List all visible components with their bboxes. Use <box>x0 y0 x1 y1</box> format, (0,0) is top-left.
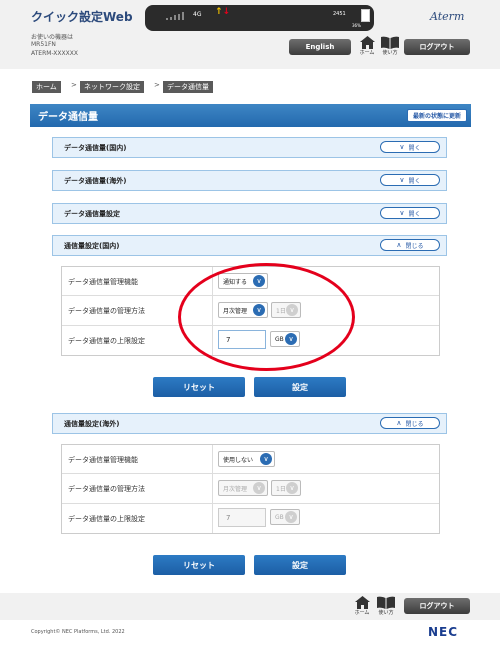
breadcrumb-current: データ通信量 <box>163 81 213 93</box>
book-icon <box>377 596 395 609</box>
home-label: ホーム <box>359 50 375 56</box>
chevron-down-icon: ∨ <box>285 511 297 523</box>
open-button[interactable]: ∨ 開く <box>380 174 440 186</box>
logout-button[interactable]: ログアウト <box>404 39 470 55</box>
accordion-label: 通信量設定(海外) <box>64 420 120 428</box>
setting-label: データ通信量の上限設定 <box>68 515 145 523</box>
column-divider <box>212 445 213 533</box>
select-value: 1日 <box>276 485 286 493</box>
home-button[interactable]: ホーム <box>356 36 378 56</box>
chevron-down-icon: ∨ <box>399 209 405 217</box>
close-label: 閉じる <box>405 242 424 250</box>
highlight-ellipse <box>178 263 355 371</box>
nec-logo: NEC <box>428 625 459 639</box>
open-button[interactable]: ∨ 開く <box>380 141 440 153</box>
chevron-up-icon: ∧ <box>396 241 402 249</box>
device-serial: ATERM-XXXXXX <box>31 50 78 57</box>
copyright: Copyright© NEC Platforms, Ltd. 2022 <box>31 629 125 635</box>
page-title: データ通信量 <box>38 112 98 123</box>
chevron-down-icon: ∨ <box>399 176 405 184</box>
breadcrumb-home[interactable]: ホーム <box>32 81 61 93</box>
apply-button[interactable]: 設定 <box>254 377 346 397</box>
reset-button[interactable]: リセット <box>153 555 245 575</box>
device-label: お使いの機器は <box>31 34 74 41</box>
setting-label: データ通信量管理機能 <box>68 278 138 286</box>
select-value: GB <box>275 513 284 521</box>
reset-button[interactable]: リセット <box>153 377 245 397</box>
open-label: 開く <box>408 177 421 185</box>
home-button[interactable]: ホーム <box>351 596 373 616</box>
open-label: 開く <box>408 144 421 152</box>
signal-strength-icon <box>166 12 184 20</box>
select-value: 使用しない <box>223 456 254 464</box>
open-button[interactable]: ∨ 開く <box>380 207 440 219</box>
chevron-down-icon: ∨ <box>286 482 298 494</box>
accordion-label: 通信量設定(国内) <box>64 242 120 250</box>
home-label: ホーム <box>354 610 370 616</box>
setting-label: データ通信量の管理方法 <box>68 485 145 493</box>
english-button[interactable]: English <box>289 39 351 55</box>
brand-logo: Aterm <box>430 10 465 23</box>
battery-percent: 36% <box>352 23 361 28</box>
row-divider <box>62 503 439 504</box>
unit-select: GB ∨ <box>270 509 300 525</box>
breadcrumb-separator: > <box>154 81 160 89</box>
apply-button[interactable]: 設定 <box>254 555 346 575</box>
home-icon <box>359 36 375 49</box>
chevron-down-icon: ∨ <box>260 453 272 465</box>
logout-button[interactable]: ログアウト <box>404 598 470 614</box>
status-time: 2451 <box>333 11 346 17</box>
manual-label: 使い方 <box>378 610 394 616</box>
accordion-label: データ通信量(国内) <box>64 144 127 152</box>
close-label: 閉じる <box>405 420 424 428</box>
manual-button[interactable]: 使い方 <box>378 36 402 56</box>
notify-select[interactable]: 使用しない ∨ <box>218 451 275 467</box>
setting-label: データ通信量の管理方法 <box>68 307 145 315</box>
day-select: 1日 ∨ <box>271 480 301 496</box>
device-model: MR51FN <box>31 41 56 48</box>
select-value: 月次管理 <box>223 485 248 493</box>
breadcrumb-network[interactable]: ネットワーク設定 <box>80 81 144 93</box>
limit-input: 7 <box>218 508 266 527</box>
network-type: 4G <box>193 11 202 18</box>
app-title: クイック設定Web <box>31 10 133 24</box>
book-icon <box>381 36 399 49</box>
manual-button[interactable]: 使い方 <box>374 596 398 616</box>
chevron-up-icon: ∧ <box>396 419 402 427</box>
breadcrumb-separator: > <box>71 81 77 89</box>
row-divider <box>62 473 439 474</box>
setting-label: データ通信量の上限設定 <box>68 337 145 345</box>
close-button[interactable]: ∧ 閉じる <box>380 417 440 429</box>
method-select: 月次管理 ∨ <box>218 480 268 496</box>
accordion-label: データ通信量設定 <box>64 210 120 218</box>
battery-icon <box>361 9 370 22</box>
refresh-button[interactable]: 最新の状態に更新 <box>407 109 467 122</box>
close-button[interactable]: ∧ 閉じる <box>380 239 440 251</box>
chevron-down-icon: ∨ <box>253 482 265 494</box>
home-icon <box>354 596 370 609</box>
data-transfer-icon: ↑↓ <box>215 7 231 17</box>
chevron-down-icon: ∨ <box>399 143 405 151</box>
open-label: 開く <box>408 210 421 218</box>
accordion-label: データ通信量(海外) <box>64 177 127 185</box>
manual-label: 使い方 <box>382 50 398 56</box>
setting-label: データ通信量管理機能 <box>68 456 138 464</box>
